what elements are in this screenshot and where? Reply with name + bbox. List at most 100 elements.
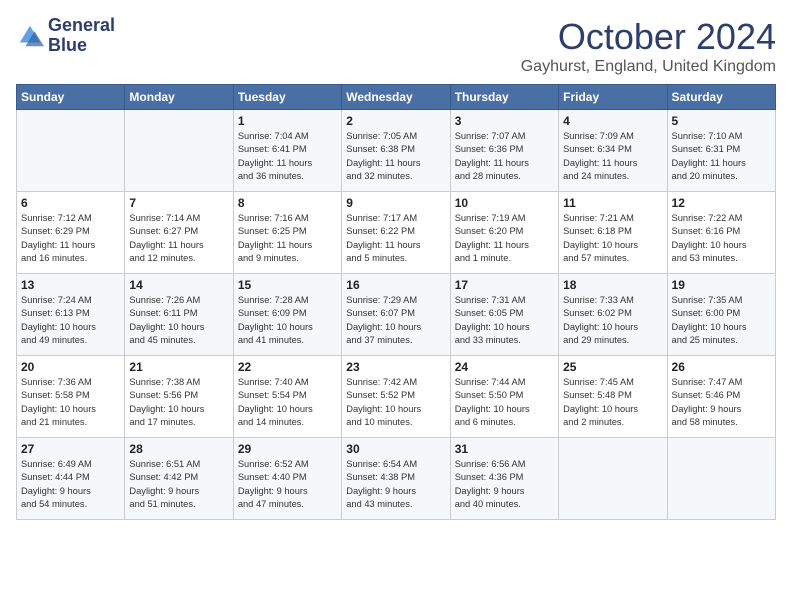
weekday-header: Monday	[125, 85, 233, 110]
weekday-header: Thursday	[450, 85, 558, 110]
day-info: Sunrise: 7:22 AM Sunset: 6:16 PM Dayligh…	[672, 212, 771, 266]
calendar-cell: 28 Sunrise: 6:51 AM Sunset: 4:42 PM Dayli…	[125, 438, 233, 520]
day-number: 26	[672, 360, 771, 374]
calendar-cell: 24 Sunrise: 7:44 AM Sunset: 5:50 PM Dayli…	[450, 356, 558, 438]
day-number: 13	[21, 278, 120, 292]
day-number: 4	[563, 114, 662, 128]
day-info: Sunrise: 7:33 AM Sunset: 6:02 PM Dayligh…	[563, 294, 662, 348]
logo: General Blue	[16, 16, 115, 56]
weekday-header: Sunday	[17, 85, 125, 110]
day-info: Sunrise: 7:12 AM Sunset: 6:29 PM Dayligh…	[21, 212, 120, 266]
day-info: Sunrise: 7:35 AM Sunset: 6:00 PM Dayligh…	[672, 294, 771, 348]
day-number: 10	[455, 196, 554, 210]
calendar-cell: 29Sunrise: 6:52 AM Sunset: 4:40 PM Dayli…	[233, 438, 341, 520]
day-number: 18	[563, 278, 662, 292]
day-info: Sunrise: 7:24 AM Sunset: 6:13 PM Dayligh…	[21, 294, 120, 348]
calendar-cell	[17, 110, 125, 192]
logo-line2: Blue	[48, 36, 115, 56]
day-number: 5	[672, 114, 771, 128]
calendar-cell	[125, 110, 233, 192]
calendar-week-row: 6 Sunrise: 7:12 AM Sunset: 6:29 PM Daylig…	[17, 192, 776, 274]
calendar-cell: 21 Sunrise: 7:38 AM Sunset: 5:56 PM Dayli…	[125, 356, 233, 438]
day-info: Sunrise: 7:05 AM Sunset: 6:38 PM Dayligh…	[346, 130, 445, 184]
day-info: Sunrise: 7:19 AM Sunset: 6:20 PM Dayligh…	[455, 212, 554, 266]
calendar-cell: 20 Sunrise: 7:36 AM Sunset: 5:58 PM Dayli…	[17, 356, 125, 438]
calendar-cell: 8 Sunrise: 7:16 AM Sunset: 6:25 PM Daylig…	[233, 192, 341, 274]
calendar-cell: 13 Sunrise: 7:24 AM Sunset: 6:13 PM Dayli…	[17, 274, 125, 356]
calendar-cell: 3 Sunrise: 7:07 AM Sunset: 6:36 PM Daylig…	[450, 110, 558, 192]
calendar-cell: 10 Sunrise: 7:19 AM Sunset: 6:20 PM Dayli…	[450, 192, 558, 274]
day-number: 31	[455, 442, 554, 456]
day-number: 23	[346, 360, 445, 374]
weekday-header: Tuesday	[233, 85, 341, 110]
day-info: Sunrise: 6:54 AM Sunset: 4:38 PM Dayligh…	[346, 458, 445, 512]
calendar-cell: 15Sunrise: 7:28 AM Sunset: 6:09 PM Dayli…	[233, 274, 341, 356]
day-info: Sunrise: 6:49 AM Sunset: 4:44 PM Dayligh…	[21, 458, 120, 512]
day-info: Sunrise: 7:04 AM Sunset: 6:41 PM Dayligh…	[238, 130, 337, 184]
calendar-cell: 9Sunrise: 7:17 AM Sunset: 6:22 PM Daylig…	[342, 192, 450, 274]
day-number: 7	[129, 196, 228, 210]
calendar-cell: 27 Sunrise: 6:49 AM Sunset: 4:44 PM Dayli…	[17, 438, 125, 520]
calendar-cell: 22Sunrise: 7:40 AM Sunset: 5:54 PM Dayli…	[233, 356, 341, 438]
day-number: 28	[129, 442, 228, 456]
day-info: Sunrise: 7:36 AM Sunset: 5:58 PM Dayligh…	[21, 376, 120, 430]
day-info: Sunrise: 6:56 AM Sunset: 4:36 PM Dayligh…	[455, 458, 554, 512]
day-number: 3	[455, 114, 554, 128]
logo-text: General Blue	[48, 16, 115, 56]
day-number: 21	[129, 360, 228, 374]
calendar-cell: 4 Sunrise: 7:09 AM Sunset: 6:34 PM Daylig…	[559, 110, 667, 192]
day-number: 8	[238, 196, 337, 210]
day-number: 1	[238, 114, 337, 128]
day-info: Sunrise: 7:44 AM Sunset: 5:50 PM Dayligh…	[455, 376, 554, 430]
day-info: Sunrise: 7:16 AM Sunset: 6:25 PM Dayligh…	[238, 212, 337, 266]
day-number: 6	[21, 196, 120, 210]
weekday-header-row: SundayMondayTuesdayWednesdayThursdayFrid…	[17, 85, 776, 110]
day-number: 29	[238, 442, 337, 456]
weekday-header: Wednesday	[342, 85, 450, 110]
calendar-cell: 30Sunrise: 6:54 AM Sunset: 4:38 PM Dayli…	[342, 438, 450, 520]
calendar: SundayMondayTuesdayWednesdayThursdayFrid…	[16, 84, 776, 520]
day-info: Sunrise: 7:26 AM Sunset: 6:11 PM Dayligh…	[129, 294, 228, 348]
calendar-cell: 17Sunrise: 7:31 AM Sunset: 6:05 PM Dayli…	[450, 274, 558, 356]
day-number: 19	[672, 278, 771, 292]
day-info: Sunrise: 7:10 AM Sunset: 6:31 PM Dayligh…	[672, 130, 771, 184]
day-info: Sunrise: 7:31 AM Sunset: 6:05 PM Dayligh…	[455, 294, 554, 348]
calendar-cell: 26 Sunrise: 7:47 AM Sunset: 5:46 PM Dayli…	[667, 356, 775, 438]
calendar-cell: 23Sunrise: 7:42 AM Sunset: 5:52 PM Dayli…	[342, 356, 450, 438]
day-number: 24	[455, 360, 554, 374]
calendar-week-row: 1 Sunrise: 7:04 AM Sunset: 6:41 PM Daylig…	[17, 110, 776, 192]
logo-icon	[16, 22, 44, 50]
day-number: 22	[238, 360, 337, 374]
day-info: Sunrise: 7:28 AM Sunset: 6:09 PM Dayligh…	[238, 294, 337, 348]
weekday-header: Saturday	[667, 85, 775, 110]
header: General Blue October 2024 Gayhurst, Engl…	[16, 16, 776, 76]
calendar-week-row: 20 Sunrise: 7:36 AM Sunset: 5:58 PM Dayli…	[17, 356, 776, 438]
day-info: Sunrise: 7:07 AM Sunset: 6:36 PM Dayligh…	[455, 130, 554, 184]
calendar-week-row: 27 Sunrise: 6:49 AM Sunset: 4:44 PM Dayli…	[17, 438, 776, 520]
weekday-header: Friday	[559, 85, 667, 110]
day-info: Sunrise: 6:51 AM Sunset: 4:42 PM Dayligh…	[129, 458, 228, 512]
day-info: Sunrise: 7:29 AM Sunset: 6:07 PM Dayligh…	[346, 294, 445, 348]
day-info: Sunrise: 7:38 AM Sunset: 5:56 PM Dayligh…	[129, 376, 228, 430]
day-info: Sunrise: 7:45 AM Sunset: 5:48 PM Dayligh…	[563, 376, 662, 430]
calendar-cell: 7 Sunrise: 7:14 AM Sunset: 6:27 PM Daylig…	[125, 192, 233, 274]
day-number: 27	[21, 442, 120, 456]
day-info: Sunrise: 7:47 AM Sunset: 5:46 PM Dayligh…	[672, 376, 771, 430]
calendar-cell: 1 Sunrise: 7:04 AM Sunset: 6:41 PM Daylig…	[233, 110, 341, 192]
day-number: 14	[129, 278, 228, 292]
day-number: 9	[346, 196, 445, 210]
title-area: October 2024 Gayhurst, England, United K…	[521, 16, 776, 76]
month-title: October 2024	[521, 16, 776, 58]
calendar-cell: 12Sunrise: 7:22 AM Sunset: 6:16 PM Dayli…	[667, 192, 775, 274]
day-number: 16	[346, 278, 445, 292]
calendar-cell: 2Sunrise: 7:05 AM Sunset: 6:38 PM Daylig…	[342, 110, 450, 192]
day-number: 20	[21, 360, 120, 374]
calendar-cell: 6 Sunrise: 7:12 AM Sunset: 6:29 PM Daylig…	[17, 192, 125, 274]
day-info: Sunrise: 7:14 AM Sunset: 6:27 PM Dayligh…	[129, 212, 228, 266]
calendar-cell: 11 Sunrise: 7:21 AM Sunset: 6:18 PM Dayli…	[559, 192, 667, 274]
day-number: 11	[563, 196, 662, 210]
calendar-cell: 19 Sunrise: 7:35 AM Sunset: 6:00 PM Dayli…	[667, 274, 775, 356]
day-info: Sunrise: 7:09 AM Sunset: 6:34 PM Dayligh…	[563, 130, 662, 184]
day-info: Sunrise: 7:21 AM Sunset: 6:18 PM Dayligh…	[563, 212, 662, 266]
calendar-cell: 5 Sunrise: 7:10 AM Sunset: 6:31 PM Daylig…	[667, 110, 775, 192]
